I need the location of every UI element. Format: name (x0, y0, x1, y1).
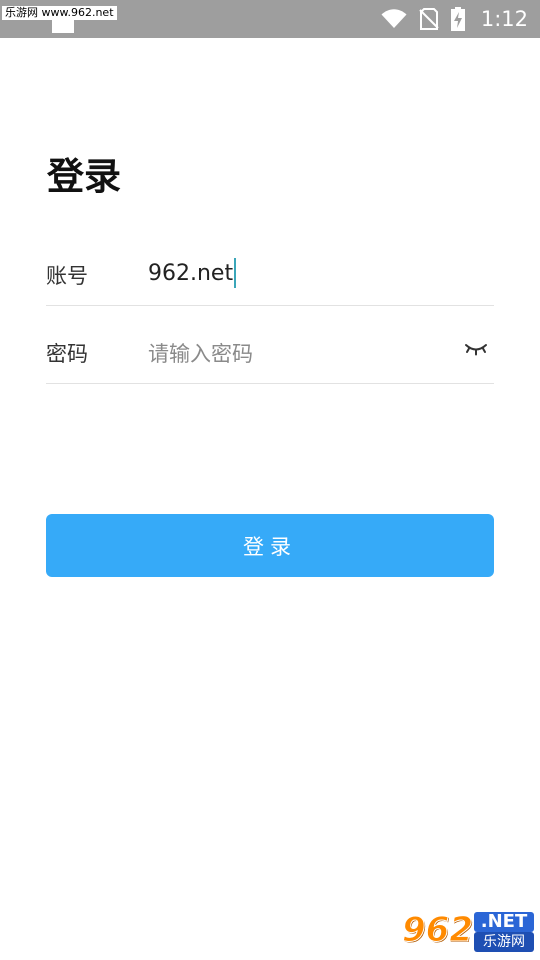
account-label: 账号 (46, 264, 88, 288)
status-icons: 1:12 (381, 0, 528, 38)
sim-no-signal-icon (419, 8, 439, 30)
watermark-top: 乐游网 www.962.net (2, 6, 117, 20)
account-input-value: 962.net (148, 260, 234, 286)
account-input[interactable]: 962.net (148, 258, 237, 288)
login-button[interactable]: 登录 (46, 514, 494, 577)
eye-closed-icon[interactable] (464, 342, 488, 356)
password-input[interactable]: 请输入密码 (148, 338, 253, 368)
password-row: 密码 请输入密码 (46, 306, 494, 384)
page-title: 登录 (47, 155, 121, 198)
text-caret (234, 258, 237, 288)
watermark-logo-cn: 乐游网 (474, 932, 534, 952)
status-time: 1:12 (480, 7, 528, 31)
watermark-logo: 962 .NET 乐游网 (402, 910, 534, 954)
watermark-logo-number: 962 (402, 910, 474, 951)
wifi-icon (381, 9, 407, 28)
password-label: 密码 (46, 342, 88, 366)
battery-charging-icon (450, 7, 465, 31)
account-row: 账号 962.net (46, 228, 494, 306)
watermark-logo-net: .NET (474, 912, 534, 932)
